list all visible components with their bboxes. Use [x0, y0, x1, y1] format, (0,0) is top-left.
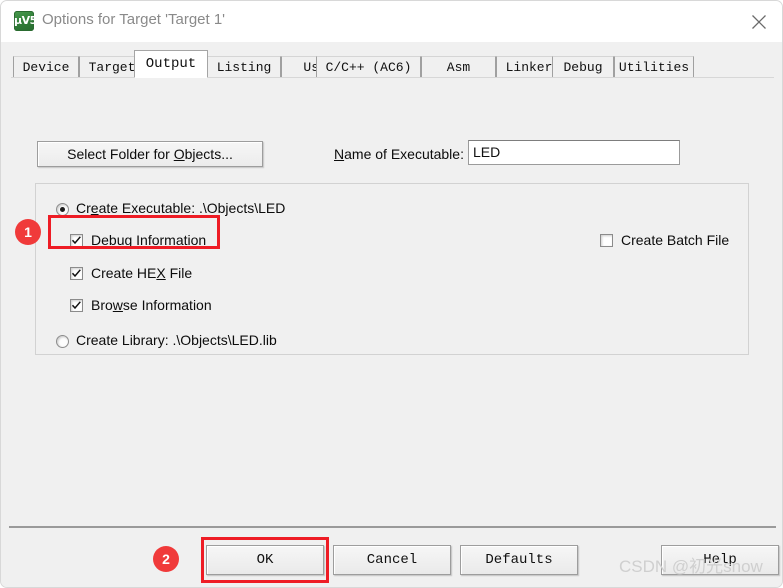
annotation-badge-1: 1 — [15, 219, 41, 245]
tab-debug[interactable]: Debug — [552, 56, 614, 78]
browse-information-label: Browse Information — [91, 297, 212, 313]
keil-uvision-icon: µV5 — [14, 11, 37, 31]
browse-information-row[interactable]: Browse Information — [70, 297, 212, 315]
tab-asm[interactable]: Asm — [421, 56, 496, 78]
tab-underline — [11, 77, 774, 78]
create-hex-file-accel: X — [156, 265, 166, 281]
name-of-executable-input[interactable]: LED — [468, 140, 680, 165]
create-executable-label: Create Executable: .\Objects\LED — [76, 200, 285, 216]
name-of-executable-accel: N — [334, 146, 345, 162]
help-button[interactable]: Help — [661, 545, 779, 575]
tab-utilities[interactable]: Utilities — [614, 56, 694, 78]
select-folder-for-objects-button[interactable]: Select Folder for Objects... — [37, 141, 263, 167]
name-of-executable-label: Name of Executable: — [334, 146, 464, 162]
debug-information-accel: D — [91, 232, 102, 248]
tab-device[interactable]: Device — [13, 56, 79, 78]
browse-information-checkbox[interactable] — [70, 299, 83, 312]
select-folder-label-post: bjects... — [184, 146, 233, 162]
keil-uvision-icon-glyph: µV5 — [14, 14, 37, 27]
tab-listing[interactable]: Listing — [207, 56, 281, 78]
debug-information-label-post: ebug Information — [101, 232, 207, 248]
bottom-divider — [9, 526, 776, 528]
create-library-radio[interactable] — [56, 335, 69, 348]
create-executable-label-post: ate Executable: .\Objects\LED — [98, 200, 286, 216]
cancel-button[interactable]: Cancel — [333, 545, 451, 575]
browse-information-label-post: se Information — [122, 297, 212, 313]
name-of-executable-label-post: ame of Executable: — [344, 146, 464, 162]
select-folder-label-pre: Select Folder for — [67, 146, 174, 162]
dialog-client-area: Device Target Output Listing User C/C++ … — [1, 42, 782, 587]
browse-information-label-pre: Bro — [91, 297, 113, 313]
create-batch-file-label: Create Batch File — [621, 232, 730, 248]
create-library-row[interactable]: Create Library: .\Objects\LED.lib — [56, 332, 277, 350]
title-bar: µV5 Options for Target 'Target 1' — [1, 1, 782, 42]
tab-c-cpp[interactable]: C/C++ (AC6) — [316, 56, 421, 78]
annotation-badge-2: 2 — [153, 546, 179, 572]
create-executable-label-pre: Cr — [76, 200, 91, 216]
defaults-button[interactable]: Defaults — [460, 545, 578, 575]
create-executable-row[interactable]: Create Executable: .\Objects\LED — [56, 200, 285, 218]
close-icon[interactable] — [736, 1, 782, 41]
debug-information-row[interactable]: Debug Information — [70, 232, 206, 250]
ok-button[interactable]: OK — [206, 545, 324, 575]
page-title: Options for Target 'Target 1' — [42, 11, 226, 28]
create-hex-file-label-pre: Create HE — [91, 265, 157, 281]
create-executable-radio[interactable] — [56, 203, 69, 216]
create-hex-file-label-post: File — [165, 265, 193, 281]
debug-information-checkbox[interactable] — [70, 234, 83, 247]
create-executable-accel: e — [90, 200, 99, 216]
tab-bar: Device Target Output Listing User C/C++ … — [11, 50, 774, 78]
create-batch-file-checkbox[interactable] — [600, 234, 613, 247]
create-hex-file-row[interactable]: Create HEX File — [70, 265, 192, 283]
create-hex-file-label: Create HEX File — [91, 265, 192, 281]
debug-information-label: Debug Information — [91, 232, 206, 248]
create-library-label: Create Library: .\Objects\LED.lib — [76, 332, 277, 348]
options-dialog: µV5 Options for Target 'Target 1' Device… — [0, 0, 783, 588]
create-batch-file-row[interactable]: Create Batch File — [600, 232, 729, 250]
tab-output[interactable]: Output — [134, 50, 208, 78]
create-hex-file-checkbox[interactable] — [70, 267, 83, 280]
select-folder-accel: O — [173, 146, 185, 162]
browse-information-accel: w — [112, 297, 123, 313]
